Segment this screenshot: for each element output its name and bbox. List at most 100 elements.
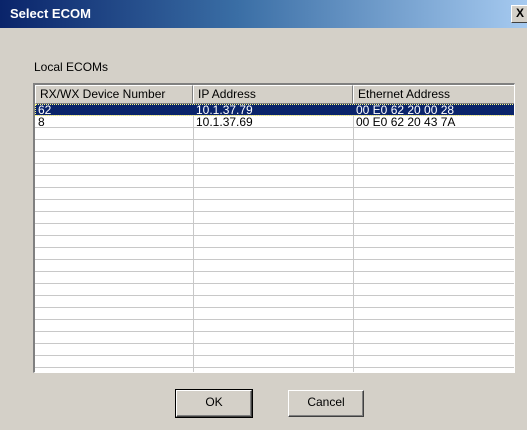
cell-ip-address <box>193 188 353 200</box>
cell-ip-address <box>193 308 353 320</box>
table-row[interactable] <box>35 356 514 368</box>
column-header-ethernet-address[interactable]: Ethernet Address <box>353 85 514 104</box>
cell-device-number <box>35 200 193 212</box>
cell-ethernet-address <box>353 356 514 368</box>
cell-device-number: 8 <box>38 116 45 128</box>
cell-device-number <box>35 152 193 164</box>
table-row[interactable] <box>35 128 514 140</box>
cell-device-number <box>35 176 193 188</box>
cell-ethernet-address <box>353 212 514 224</box>
table-row[interactable] <box>35 248 514 260</box>
cell-device-number <box>35 308 193 320</box>
column-header-ip-address[interactable]: IP Address <box>193 85 353 104</box>
table-row[interactable] <box>35 176 514 188</box>
table-row[interactable]: 8 10.1.37.69 00 E0 62 20 43 7A <box>35 116 514 128</box>
cell-ethernet-address <box>353 164 514 176</box>
cell-ip-address <box>193 356 353 368</box>
cell-device-number <box>35 344 193 356</box>
cell-ethernet-address <box>353 224 514 236</box>
cell-ethernet-address <box>353 236 514 248</box>
cell-device-number <box>35 140 193 152</box>
cell-ethernet-address <box>353 176 514 188</box>
cell-device-number <box>35 272 193 284</box>
cell-ethernet-address <box>353 308 514 320</box>
cell-device-number <box>35 128 193 140</box>
cell-ip-address <box>193 212 353 224</box>
cell-ip-address: 10.1.37.79 <box>196 104 253 116</box>
cell-ip-address <box>193 236 353 248</box>
cell-ip-address <box>193 296 353 308</box>
cell-device-number <box>35 260 193 272</box>
table-row[interactable] <box>35 332 514 344</box>
cell-ethernet-address <box>353 296 514 308</box>
cell-ethernet-address: 00 E0 62 20 43 7A <box>356 116 456 128</box>
table-row[interactable] <box>35 308 514 320</box>
cell-ethernet-address <box>353 140 514 152</box>
list-rows: 62 10.1.37.79 00 E0 62 20 00 28 8 10.1.37.69… <box>35 104 514 368</box>
cell-device-number <box>35 332 193 344</box>
cell-ip-address <box>193 248 353 260</box>
column-header-device-number[interactable]: RX/WX Device Number <box>35 85 193 104</box>
cell-ethernet-address <box>353 188 514 200</box>
cell-ethernet-address <box>353 344 514 356</box>
cell-ethernet-address <box>353 128 514 140</box>
cell-ip-address <box>193 272 353 284</box>
cell-ethernet-address <box>353 284 514 296</box>
cell-ethernet-address <box>353 272 514 284</box>
cell-ip-address <box>193 128 353 140</box>
table-row[interactable] <box>35 260 514 272</box>
cell-device-number: 62 <box>38 104 52 116</box>
list-header: RX/WX Device Number IP Address Ethernet … <box>35 85 514 104</box>
cell-ip-address <box>193 260 353 272</box>
ecom-list[interactable]: RX/WX Device Number IP Address Ethernet … <box>33 83 515 373</box>
cell-device-number <box>35 188 193 200</box>
cell-ethernet-address <box>353 332 514 344</box>
cell-device-number <box>35 236 193 248</box>
cell-device-number <box>35 224 193 236</box>
cell-device-number <box>35 164 193 176</box>
cell-ethernet-address <box>353 320 514 332</box>
close-button[interactable]: X <box>511 5 527 23</box>
cell-ip-address <box>193 164 353 176</box>
cell-ethernet-address <box>353 248 514 260</box>
title-bar[interactable]: Select ECOM X <box>0 0 527 28</box>
cell-ip-address <box>193 320 353 332</box>
close-icon: X <box>516 6 525 20</box>
table-row[interactable] <box>35 236 514 248</box>
table-row[interactable] <box>35 296 514 308</box>
cell-ethernet-address: 00 E0 62 20 00 28 <box>356 104 455 116</box>
table-row[interactable] <box>35 284 514 296</box>
cell-ip-address <box>193 332 353 344</box>
table-row[interactable] <box>35 344 514 356</box>
ok-button[interactable]: OK <box>175 389 253 418</box>
cell-ip-address <box>193 200 353 212</box>
cell-ip-address <box>193 176 353 188</box>
cell-device-number <box>35 212 193 224</box>
cell-ip-address <box>193 344 353 356</box>
cell-ip-address <box>193 284 353 296</box>
table-row[interactable] <box>35 140 514 152</box>
local-ecoms-label: Local ECOMs <box>34 60 109 74</box>
table-row[interactable] <box>35 152 514 164</box>
table-row[interactable] <box>35 272 514 284</box>
cancel-button[interactable]: Cancel <box>288 390 364 417</box>
cell-device-number <box>35 248 193 260</box>
table-row[interactable] <box>35 224 514 236</box>
cell-ip-address <box>193 224 353 236</box>
cell-ip-address: 10.1.37.69 <box>196 116 253 128</box>
table-row[interactable] <box>35 212 514 224</box>
cell-device-number <box>35 296 193 308</box>
table-row[interactable]: 62 10.1.37.79 00 E0 62 20 00 28 <box>35 104 514 116</box>
cell-ethernet-address <box>353 260 514 272</box>
table-row[interactable] <box>35 320 514 332</box>
cell-device-number <box>35 284 193 296</box>
table-row[interactable] <box>35 200 514 212</box>
table-row[interactable] <box>35 188 514 200</box>
cell-device-number <box>35 356 193 368</box>
cell-ip-address <box>193 152 353 164</box>
table-row[interactable] <box>35 164 514 176</box>
cell-ethernet-address <box>353 152 514 164</box>
cell-ip-address <box>193 140 353 152</box>
window-title: Select ECOM <box>10 6 91 21</box>
cell-device-number <box>35 320 193 332</box>
